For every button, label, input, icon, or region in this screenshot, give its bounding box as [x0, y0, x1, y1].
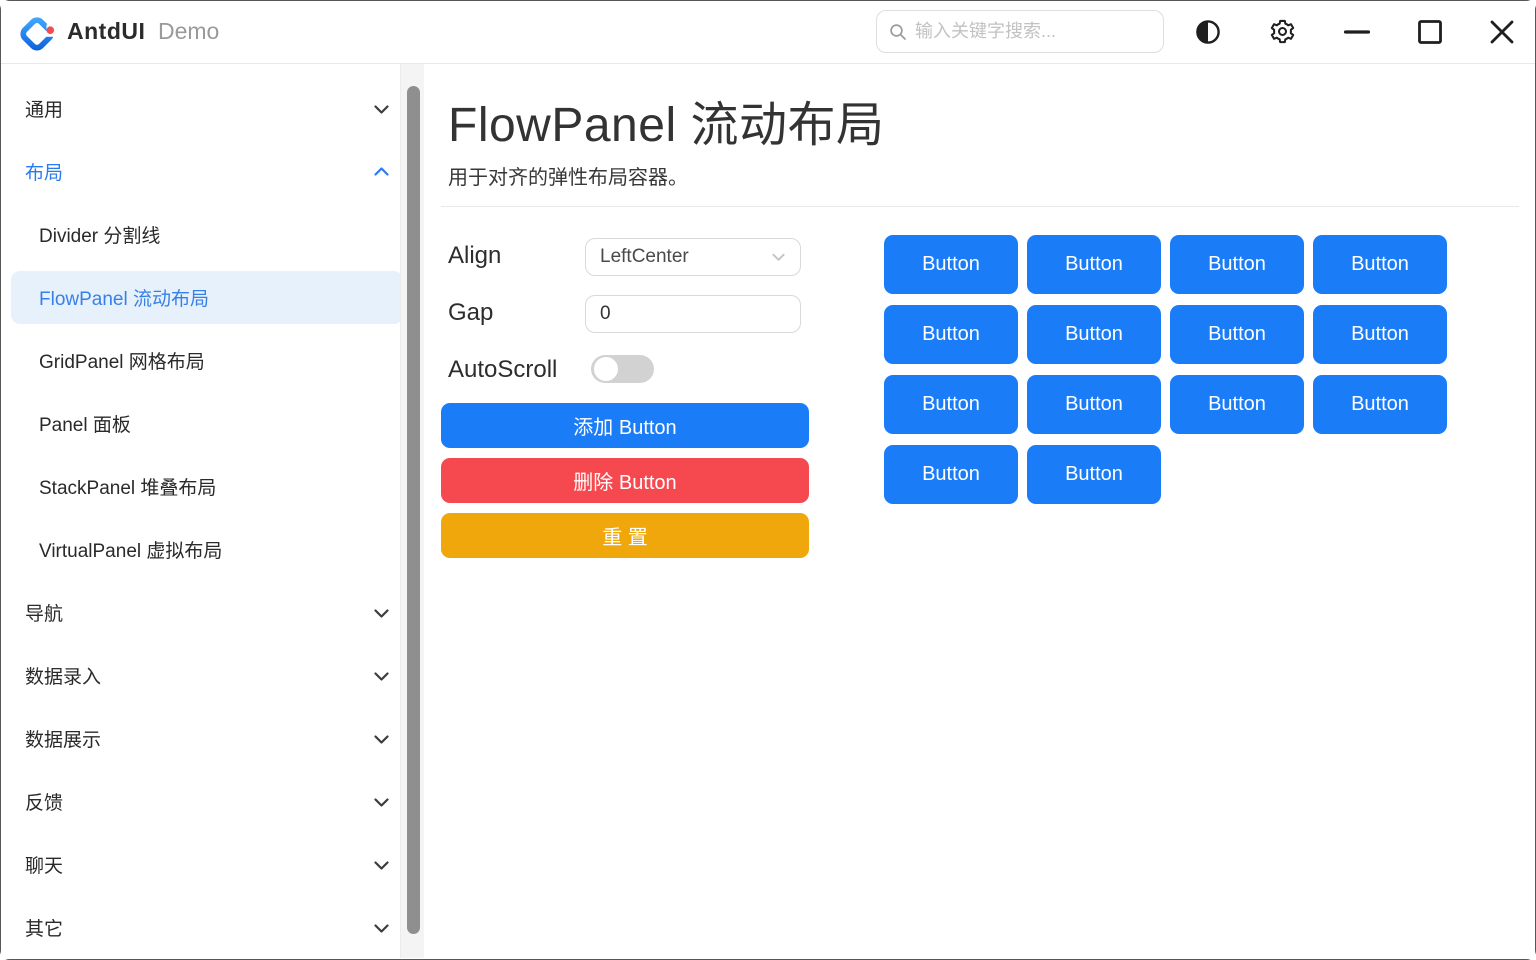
sidebar-item[interactable]: GridPanel 网格布局	[1, 329, 425, 392]
sidebar-group-label: 反馈	[25, 788, 63, 815]
titlebar: AntdUI Demo	[1, 1, 1535, 64]
sidebar-item[interactable]: VirtualPanel 虚拟布局	[1, 518, 425, 581]
flow-button[interactable]: Button	[1027, 375, 1161, 434]
main-content: FlowPanel 流动布局 用于对齐的弹性布局容器。 Align LeftCe…	[425, 64, 1535, 959]
minimize-icon[interactable]	[1343, 18, 1370, 45]
sidebar-item-label: Divider 分割线	[39, 221, 160, 248]
chevron-down-icon	[372, 855, 391, 874]
theme-contrast-icon[interactable]	[1194, 18, 1221, 45]
flow-button[interactable]: Button	[884, 375, 1018, 434]
flow-button[interactable]: Button	[1170, 235, 1304, 294]
app-window: { "window": { "brand": "AntdUI", "brand_…	[0, 0, 1536, 960]
flow-button[interactable]: Button	[1313, 305, 1447, 364]
flow-button[interactable]: Button	[1027, 445, 1161, 504]
sidebar-group-label: 聊天	[25, 851, 63, 878]
add-button-button[interactable]: 添加 Button	[441, 403, 809, 448]
flow-button[interactable]: Button	[1027, 235, 1161, 294]
flow-button[interactable]: Button	[884, 235, 1018, 294]
sidebar-group-label: 其它	[25, 914, 63, 941]
sidebar: 通用 布局 Divider 分割线 FlowPanel 流动布局 GridPanel…	[1, 64, 425, 959]
search-input[interactable]	[915, 21, 1151, 42]
flow-button[interactable]: Button	[1313, 235, 1447, 294]
chevron-down-icon	[372, 603, 391, 622]
sidebar-group-label: 数据录入	[25, 662, 101, 689]
chevron-down-icon	[372, 666, 391, 685]
search-icon	[889, 23, 907, 41]
chevron-up-icon	[372, 162, 391, 181]
sidebar-item-label: GridPanel 网格布局	[39, 347, 205, 374]
sidebar-group-item[interactable]: 聊天	[1, 833, 425, 896]
page-title: FlowPanel 流动布局	[448, 85, 884, 155]
sidebar-item[interactable]: Panel 面板	[1, 392, 425, 455]
sidebar-item[interactable]: Divider 分割线	[1, 203, 425, 266]
sidebar-group-item[interactable]: 导航	[1, 581, 425, 644]
chevron-down-icon	[372, 99, 391, 118]
flow-button[interactable]: Button	[1170, 305, 1304, 364]
reset-button[interactable]: 重 置	[441, 513, 809, 558]
sidebar-group-item[interactable]: 通用	[1, 77, 425, 140]
page-subtitle: 用于对齐的弹性布局容器。	[448, 161, 688, 190]
sidebar-group-item[interactable]: 布局	[1, 140, 425, 203]
align-label: Align	[448, 242, 501, 270]
app-title-suffix: Demo	[158, 18, 219, 45]
align-select-value: LeftCenter	[600, 246, 689, 268]
chevron-down-icon	[372, 792, 391, 811]
gear-icon[interactable]	[1269, 18, 1296, 45]
sidebar-group-label: 布局	[25, 158, 63, 185]
sidebar-item[interactable]: FlowPanel 流动布局	[1, 266, 425, 329]
delete-button-button[interactable]: 删除 Button	[441, 458, 809, 503]
sidebar-item-label: FlowPanel 流动布局	[39, 284, 209, 311]
sidebar-group-item[interactable]: 数据录入	[1, 644, 425, 707]
sidebar-item-label: StackPanel 堆叠布局	[39, 473, 216, 500]
toggle-knob	[594, 357, 618, 381]
sidebar-scrollbar-track[interactable]	[400, 64, 424, 958]
flow-button[interactable]: Button	[1313, 375, 1447, 434]
chevron-down-icon	[771, 250, 786, 265]
flow-button[interactable]: Button	[1027, 305, 1161, 364]
sidebar-group-label: 数据展示	[25, 725, 101, 752]
sidebar-item-label: Panel 面板	[39, 410, 131, 437]
chevron-down-icon	[372, 918, 391, 937]
sidebar-group-label: 通用	[25, 95, 63, 122]
flow-button[interactable]: Button	[1170, 375, 1304, 434]
gap-label: Gap	[448, 299, 493, 327]
flowpanel-demo-area: ButtonButtonButtonButtonButtonButtonButt…	[884, 235, 1447, 504]
divider	[441, 206, 1519, 207]
gap-input[interactable]	[600, 303, 786, 325]
close-icon[interactable]	[1488, 18, 1515, 45]
sidebar-group-item[interactable]: 其它	[1, 896, 425, 959]
app-title: AntdUI	[67, 18, 145, 45]
sidebar-item-label: VirtualPanel 虚拟布局	[39, 536, 222, 563]
maximize-icon[interactable]	[1416, 18, 1443, 45]
autoscroll-toggle[interactable]	[591, 355, 654, 383]
chevron-down-icon	[372, 729, 391, 748]
sidebar-group-label: 导航	[25, 599, 63, 626]
sidebar-group-item[interactable]: 数据展示	[1, 707, 425, 770]
sidebar-scrollbar-thumb[interactable]	[407, 86, 420, 934]
sidebar-group-item[interactable]: 反馈	[1, 770, 425, 833]
flow-button[interactable]: Button	[884, 445, 1018, 504]
autoscroll-label: AutoScroll	[448, 356, 557, 384]
gap-field-box	[585, 295, 801, 333]
app-logo-icon	[18, 14, 56, 52]
search-box[interactable]	[876, 10, 1164, 53]
align-select[interactable]: LeftCenter	[585, 238, 801, 276]
flow-button[interactable]: Button	[884, 305, 1018, 364]
sidebar-item[interactable]: StackPanel 堆叠布局	[1, 455, 425, 518]
